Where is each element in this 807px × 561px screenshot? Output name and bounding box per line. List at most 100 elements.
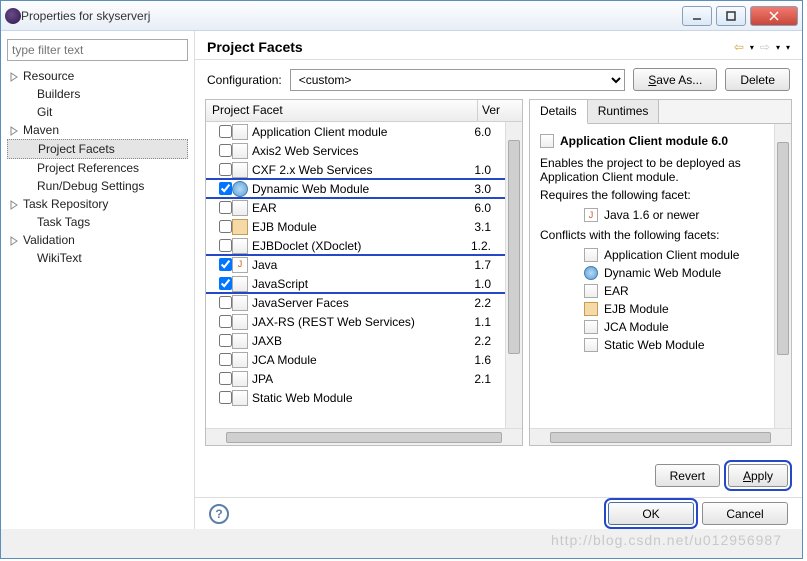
sidebar: Resource Builders Git MavenProject FacetsPr… [1,31,195,529]
cancel-button[interactable]: Cancel [702,502,788,525]
config-select[interactable]: <custom> [290,69,626,91]
tree-item-label: Git [37,105,52,119]
facet-checkbox[interactable] [219,258,232,271]
facet-checkbox[interactable] [219,334,232,347]
col-version[interactable]: Ver [478,100,522,121]
page-title: Project Facets [207,39,303,55]
facet-checkbox[interactable] [219,372,232,385]
tree-item[interactable]: WikiText [7,249,188,267]
expand-icon[interactable] [9,71,19,81]
main-panel: Project Facets ⇦▾ ⇨▾ ▾ Configuration: <c… [195,31,802,529]
facet-checkbox[interactable] [219,315,232,328]
delete-button[interactable]: Delete [725,68,790,91]
java-icon: J [232,257,248,273]
menu-icon[interactable]: ▾ [786,43,790,52]
forward-icon[interactable]: ⇨ [760,40,770,54]
tree-item[interactable]: Git [7,103,188,121]
details-scrollbar[interactable] [774,124,791,428]
facet-row[interactable]: EAR6.0 [206,198,505,217]
apply-button[interactable]: Apply [728,464,788,487]
tree-item-label: Resource [23,69,74,83]
facet-checkbox[interactable] [219,144,232,157]
apply-row: Revert Apply [195,454,802,497]
conflict-item: Dynamic Web Module [584,264,764,282]
vertical-scrollbar[interactable] [505,122,522,428]
facet-row[interactable]: JAXB2.2 [206,331,505,350]
back-icon[interactable]: ⇦ [734,40,744,54]
conflict-label: JCA Module [604,320,669,334]
tree-item[interactable]: Run/Debug Settings [7,177,188,195]
facet-checkbox[interactable] [219,391,232,404]
facet-row[interactable]: Dynamic Web Module3.0 [206,179,505,198]
revert-button[interactable]: Revert [655,464,720,487]
dialog-content: ResourceBuildersGitMavenProject FacetsPr… [1,31,802,529]
doc-icon [232,200,248,216]
facet-checkbox[interactable] [219,125,232,138]
facet-row[interactable]: JAX-RS (REST Web Services)1.1 [206,312,505,331]
tree-item[interactable]: Task Repository [7,195,188,213]
ok-button[interactable]: OK [608,502,694,525]
facet-row[interactable]: JPA2.1 [206,369,505,388]
filter-input[interactable] [7,39,188,61]
close-button[interactable] [750,6,798,26]
facet-row[interactable]: JavaScript1.0 [206,274,505,293]
tree-item[interactable]: Builders [7,85,188,103]
facet-checkbox[interactable] [219,353,232,366]
facet-checkbox[interactable] [219,296,232,309]
facet-label: Java [252,258,457,272]
maximize-button[interactable] [716,6,746,26]
facet-row[interactable]: EJB Module3.1 [206,217,505,236]
col-facet[interactable]: Project Facet [206,100,478,121]
details-desc: Enables the project to be deployed as Ap… [540,156,764,184]
facet-table-header: Project Facet Ver [206,100,522,122]
facet-label: JAX-RS (REST Web Services) [252,315,457,329]
facet-row[interactable]: JavaServer Faces2.2 [206,293,505,312]
tree-item[interactable]: Task Tags [7,213,188,231]
facet-checkbox[interactable] [219,201,232,214]
save-as-button[interactable]: Save As... [633,68,717,91]
tree-item-label: Run/Debug Settings [37,179,144,193]
facet-label: Static Web Module [252,391,457,405]
expand-icon[interactable] [9,125,19,135]
facet-checkbox[interactable] [219,163,232,176]
expand-icon[interactable] [9,199,19,209]
dropdown-icon[interactable]: ▾ [750,43,754,52]
tree-item[interactable]: Maven [7,121,188,139]
window-title: Properties for skyserverj [21,9,678,23]
facet-checkbox[interactable] [219,182,232,195]
conflict-label: Application Client module [604,248,739,262]
facet-row[interactable]: Application Client module6.0 [206,122,505,141]
expand-icon[interactable] [9,235,19,245]
tree-item[interactable]: Project Facets [7,139,188,159]
details-h-scrollbar[interactable] [530,428,791,445]
doc-icon [232,143,248,159]
facet-label: EAR [252,201,457,215]
tree-item[interactable]: Resource [7,67,188,85]
tab-details[interactable]: Details [530,100,588,124]
tree-item[interactable]: Project References [7,159,188,177]
jar-icon [232,219,248,235]
tab-runtimes[interactable]: Runtimes [588,100,660,123]
conflict-label: Dynamic Web Module [604,266,721,280]
tree-item[interactable]: Validation [7,231,188,249]
facet-checkbox[interactable] [219,239,232,252]
facet-label: Dynamic Web Module [252,182,457,196]
dropdown-icon[interactable]: ▾ [776,43,780,52]
facet-row[interactable]: CXF 2.x Web Services1.0 [206,160,505,179]
facet-icon [584,302,598,316]
horizontal-scrollbar[interactable] [206,428,522,445]
facet-row[interactable]: JJava1.7 [206,255,505,274]
facet-row[interactable]: EJBDoclet (XDoclet)1.2. [206,236,505,255]
tree-item-label: Builders [37,87,80,101]
doc-icon [232,124,248,140]
facet-row[interactable]: Axis2 Web Services [206,141,505,160]
minimize-button[interactable] [682,6,712,26]
facet-row[interactable]: JCA Module1.6 [206,350,505,369]
facet-label: JCA Module [252,353,457,367]
facet-checkbox[interactable] [219,277,232,290]
facet-row[interactable]: Static Web Module [206,388,505,407]
header-nav: ⇦ ▾ ⇨ ▾ ▾ [734,40,790,54]
conflict-item: Application Client module [584,246,764,264]
facet-checkbox[interactable] [219,220,232,233]
help-icon[interactable]: ? [209,504,229,524]
